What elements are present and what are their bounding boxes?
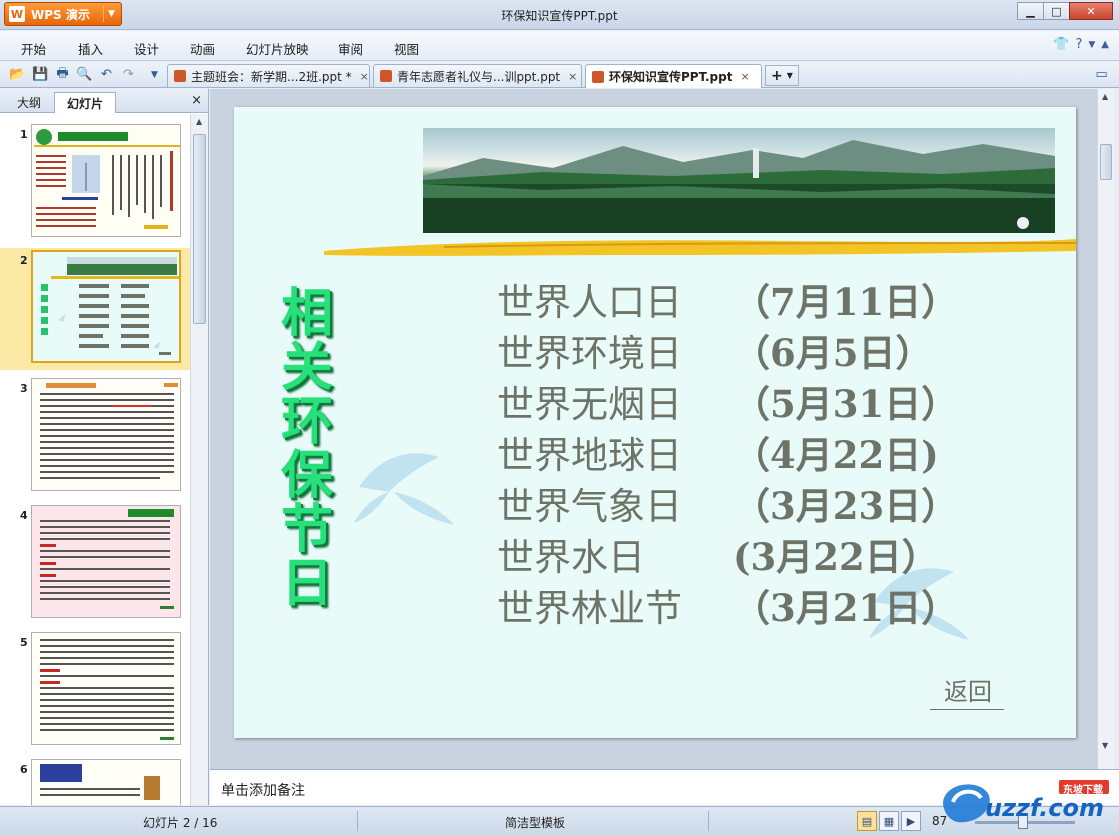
menu-insert[interactable]: 插入 <box>78 39 103 58</box>
site-watermark: 东坡下载 uzzf.com <box>935 774 1113 832</box>
scroll-thumb[interactable] <box>193 134 206 324</box>
open-folder-icon[interactable]: 📂 <box>9 66 26 83</box>
festival-item: 世界无烟日 （5月31日） <box>497 381 959 426</box>
minimize-button[interactable]: ▁ <box>1017 2 1044 20</box>
slide-number: 1 <box>20 128 28 141</box>
slide-preview <box>31 250 181 363</box>
slide-indicator: 幻灯片 2 / 16 <box>143 816 218 830</box>
slide-thumbnail-6[interactable]: 6 <box>0 759 190 805</box>
tab-label: 环保知识宣传PPT.ppt <box>609 70 733 84</box>
slide-thumbnail-5[interactable]: 5 <box>0 632 190 750</box>
festival-item: 世界林业节 （3月21日） <box>497 585 959 630</box>
chevron-down-icon[interactable]: ▼ <box>1088 40 1095 52</box>
slide-sorter-view-icon[interactable]: ▦ <box>879 811 899 831</box>
redo-icon[interactable]: ↷ <box>120 66 137 83</box>
quick-access-toolbar: 📂 💾 🖶 🔍 ↶ ↷ ▼ 主题班会：新学期...2班.ppt * × 青年志愿… <box>0 62 1119 88</box>
vertical-title: 相关环保节日 <box>280 283 333 614</box>
template-name[interactable]: 简洁型模板 <box>505 814 565 831</box>
slide-thumbnail-3[interactable]: 3 <box>0 378 190 496</box>
print-icon[interactable]: 🖶 <box>54 66 71 83</box>
menu-animation[interactable]: 动画 <box>190 39 215 58</box>
scroll-up-icon[interactable]: ▲ <box>1102 92 1108 101</box>
slideshow-view-icon[interactable]: ▶ <box>901 811 921 831</box>
print-preview-icon[interactable]: 🔍 <box>76 66 93 83</box>
menu-design[interactable]: 设计 <box>134 39 159 58</box>
festival-item: 世界水日 (3月22日） <box>497 534 939 579</box>
slide-thumbnail-4[interactable]: 4 <box>0 505 190 623</box>
slide-thumbnail-2[interactable]: 2 <box>0 248 190 370</box>
undo-icon[interactable]: ↶ <box>98 66 115 83</box>
watermark-text: uzzf.com <box>985 794 1104 822</box>
scroll-up-icon[interactable]: ▲ <box>196 117 202 126</box>
slide-thumbnail-1[interactable]: 1 <box>0 124 190 242</box>
notes-placeholder[interactable]: 单击添加备注 <box>221 780 305 800</box>
ppt-file-icon <box>174 70 186 82</box>
festival-item: 世界环境日 （6月5日） <box>497 330 933 375</box>
slide-number: 4 <box>20 509 28 522</box>
close-tab-icon[interactable]: × <box>740 70 749 83</box>
scroll-down-icon[interactable]: ▼ <box>1102 741 1108 750</box>
tab-list-icon[interactable]: ▭ <box>1093 66 1110 83</box>
slide-preview <box>31 124 181 237</box>
new-tab-button[interactable]: + ▼ <box>765 65 799 86</box>
thumbnails-scrollbar[interactable]: ▲ <box>190 114 208 805</box>
tab-label: 主题班会：新学期...2班.ppt * <box>191 69 352 84</box>
current-slide[interactable]: 相关环保节日 世界人口日 （7月11日） 世界环境日 （6月5日） 世界无烟日 （5月… <box>234 107 1076 738</box>
tab-document-1[interactable]: 主题班会：新学期...2班.ppt * × <box>167 64 370 87</box>
close-tab-icon[interactable]: × <box>568 70 577 83</box>
menu-bar: 开始 插入 设计 动画 幻灯片放映 审阅 视图 👕 ? ▼ ▲ <box>0 31 1119 61</box>
festival-list: 世界人口日 （7月11日） 世界环境日 （6月5日） 世界无烟日 （5月31日） 世界… <box>497 273 958 630</box>
close-tab-icon[interactable]: × <box>360 70 369 83</box>
window-title: 环保知识宣传PPT.ppt <box>501 9 618 23</box>
status-divider <box>357 811 358 831</box>
leaf-decoration-icon <box>354 453 454 525</box>
slide-preview <box>31 632 181 745</box>
menu-review[interactable]: 审阅 <box>338 39 363 58</box>
tab-label: 青年志愿者礼仪与...训ppt.ppt <box>397 69 561 84</box>
chevron-down-icon: ▼ <box>786 71 793 80</box>
slide-preview <box>31 505 181 618</box>
editor-scrollbar[interactable]: ▲ ▼ <box>1097 89 1114 769</box>
skin-icon[interactable]: 👕 <box>1053 37 1069 52</box>
yellow-brush-stroke <box>324 239 1076 256</box>
menu-home[interactable]: 开始 <box>21 39 46 58</box>
close-button[interactable]: ✕ <box>1069 2 1113 20</box>
slide-preview <box>31 378 181 491</box>
ppt-file-icon <box>380 70 392 82</box>
normal-view-icon[interactable]: ▤ <box>857 811 877 831</box>
slide-number: 6 <box>20 763 28 776</box>
help-icon[interactable]: ? <box>1075 37 1082 52</box>
slide-number: 2 <box>20 254 28 267</box>
festival-item: 世界人口日 （7月11日） <box>497 279 959 324</box>
menu-slideshow[interactable]: 幻灯片放映 <box>246 39 309 58</box>
back-link[interactable]: 返回 <box>930 672 1004 710</box>
slide-editor: 相关环保节日 世界人口日 （7月11日） 世界环境日 （6月5日） 世界无烟日 （5月… <box>210 89 1114 769</box>
tab-outline[interactable]: 大纲 <box>6 92 52 113</box>
slide-preview <box>31 759 181 805</box>
slides-panel: 大纲 幻灯片 × 1 2 3 4 5 6 ▲ <box>0 89 209 805</box>
slide-number: 5 <box>20 636 28 649</box>
menu-view[interactable]: 视图 <box>394 39 419 58</box>
tab-document-2[interactable]: 青年志愿者礼仪与...训ppt.ppt × <box>373 64 582 87</box>
landscape-image <box>423 128 1055 233</box>
customize-toolbar-icon[interactable]: ▼ <box>146 66 163 83</box>
slide-thumbnails: 1 2 3 4 5 6 <box>0 114 190 805</box>
ppt-file-icon <box>592 70 604 83</box>
festival-item: 世界地球日 （4月22日) <box>497 432 939 477</box>
festival-item: 世界气象日 （3月23日） <box>497 483 959 528</box>
title-bar: W WPS 演示 ▼ 环保知识宣传PPT.ppt ▁ □ ✕ <box>0 0 1119 30</box>
close-panel-icon[interactable]: × <box>191 93 202 108</box>
scroll-thumb[interactable] <box>1100 144 1112 180</box>
save-icon[interactable]: 💾 <box>32 66 49 83</box>
tab-document-active[interactable]: 环保知识宣传PPT.ppt × <box>585 64 762 88</box>
ribbon-toggle-icon[interactable]: ▲ <box>1101 39 1109 52</box>
maximize-button[interactable]: □ <box>1043 2 1070 20</box>
tab-slides[interactable]: 幻灯片 <box>54 92 116 113</box>
status-divider <box>708 811 709 831</box>
slide-number: 3 <box>20 382 28 395</box>
